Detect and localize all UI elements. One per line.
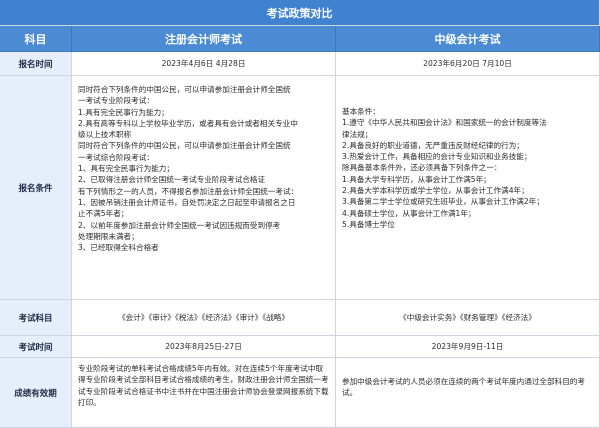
conditions-cpa-line: 1、因被吊销注册会计师证书，自处罚决定之日起至申请报名之日 xyxy=(78,197,296,207)
conditions-cpa-line: 1.具有完全民事行为能力； xyxy=(78,107,169,117)
conditions-intermediate-line: 2.具备良好的职业道德，无严重违反财经纪律的行为； xyxy=(342,140,524,150)
register-time-intermediate: 2023年6月20日 7月10日 xyxy=(336,52,600,76)
exam-time-intermediate: 2023年9月9日-11日 xyxy=(336,336,600,358)
conditions-intermediate-line: 5.具备博士学位 xyxy=(342,219,395,229)
row-label-validity: 成绩有效期 xyxy=(0,358,72,428)
conditions-intermediate-line: 律法规； xyxy=(342,129,373,139)
conditions-cpa-line: 2、已取得注册会计师全国统一考试专业阶段考试合格证 xyxy=(78,175,266,185)
conditions-intermediate-line: 除具备基本条件外，还必须具备下列条件之一： xyxy=(342,163,502,173)
register-time-cpa-text: 2023年4月6日 4月28日 xyxy=(161,58,246,68)
register-time-intermediate-text: 2023年6月20日 7月10日 xyxy=(423,58,512,68)
conditions-cpa-line: 1、具有完全民事行为能力； xyxy=(78,164,174,174)
subjects-intermediate-text: 《中级会计实务》《财务管理》《经济法》 xyxy=(399,312,536,322)
validity-intermediate: 参加中级会计考试的人员必须在连续的两个考试年度内通过全部科目的考试。 xyxy=(336,358,600,428)
row-label-conditions: 报名条件 xyxy=(0,76,72,300)
conditions-cpa-line: 一考试综合阶段考试： xyxy=(78,152,154,162)
conditions-cpa-line: 一考试专业阶段考试： xyxy=(78,96,154,106)
conditions-intermediate: 基本条件： 1.遵守《中华人民共和国会计法》和国家统一的会计制度等法 律法规； … xyxy=(336,76,600,300)
conditions-cpa-line: 2.具有高等专科以上学校毕业学历，或者具有会计或者相关专业中 xyxy=(78,118,298,128)
validity-cpa-text: 专业阶段考试的单科考试合格成绩5年内有效。对在连续5个年度考试中取得专业阶段考试… xyxy=(78,364,329,407)
register-time-cpa: 2023年4月6日 4月28日 xyxy=(72,52,336,76)
exam-time-cpa-text: 2023年8月25日-27日 xyxy=(165,341,242,351)
conditions-cpa-line: 处理期限未满者； xyxy=(78,231,139,241)
conditions-intermediate-line: 1.具备大学专科学历，从事会计工作满5年； xyxy=(342,174,491,184)
conditions-intermediate-line: 3.热爱会计工作，具备相应的会计专业知识和业务技能； xyxy=(342,152,532,162)
conditions-intermediate-line: 4.具备硕士学位，从事会计工作满1年； xyxy=(342,208,476,218)
conditions-intermediate-line: 基本条件： xyxy=(342,107,380,116)
conditions-cpa-line: 级以上技术职称 xyxy=(78,130,132,140)
exam-time-intermediate-text: 2023年9月9日-11日 xyxy=(431,341,504,351)
subjects-cpa: 《会计》《审计》《税法》《经济法》《审计》《战略》 xyxy=(72,300,336,336)
conditions-intermediate-line: 2.具备大学本科学历或学士学位，从事会计工作满4年； xyxy=(342,186,529,196)
conditions-cpa-line: 同时符合下列条件的中国公民，可以申请参加注册会计师全国统 xyxy=(78,141,291,151)
row-label-subjects: 考试科目 xyxy=(0,300,72,336)
exam-time-cpa: 2023年8月25日-27日 xyxy=(72,336,336,358)
conditions-cpa: 同时符合下列条件的中国公民，可以申请参加注册会计师全国统 一考试专业阶段考试： … xyxy=(72,76,336,300)
conditions-cpa-line: 2、以前年度参加注册会计师全国统一考试因违规而受到停考 xyxy=(78,220,281,230)
conditions-cpa-line: 同时符合下列条件的中国公民，可以申请参加注册会计师全国统 xyxy=(78,85,291,94)
row-label-register-time: 报名时间 xyxy=(0,52,72,76)
conditions-intermediate-line: 1.遵守《中华人民共和国会计法》和国家统一的会计制度等法 xyxy=(342,118,547,128)
table-title: 考试政策对比 xyxy=(0,0,600,26)
policy-comparison-table: 考试政策对比 科目 注册会计师考试 中级会计考试 报名时间 2023年4月6日 … xyxy=(0,0,600,428)
conditions-cpa-line: 止不满5年者； xyxy=(78,209,129,219)
conditions-cpa-line: 有下列情形之一的人员，不得报名参加注册会计师全国统一考试： xyxy=(78,186,299,196)
conditions-cpa-line: 3、已经取得全科合格者 xyxy=(78,243,159,253)
subjects-intermediate: 《中级会计实务》《财务管理》《经济法》 xyxy=(336,300,600,336)
conditions-intermediate-line: 3.具备第二学士学位或研究生班毕业，从事会计工作满2年； xyxy=(342,197,544,207)
header-intermediate-exam: 中级会计考试 xyxy=(336,26,600,52)
row-label-exam-time: 考试时间 xyxy=(0,336,72,358)
validity-cpa: 专业阶段考试的单科考试合格成绩5年内有效。对在连续5个年度考试中取得专业阶段考试… xyxy=(72,358,336,428)
header-cpa-exam: 注册会计师考试 xyxy=(72,26,336,52)
subjects-cpa-text: 《会计》《审计》《税法》《经济法》《审计》《战略》 xyxy=(118,312,289,322)
validity-intermediate-text: 参加中级会计考试的人员必须在连续的两个考试年度内通过全部科目的考试。 xyxy=(342,377,585,398)
header-subject-label: 科目 xyxy=(0,26,72,52)
